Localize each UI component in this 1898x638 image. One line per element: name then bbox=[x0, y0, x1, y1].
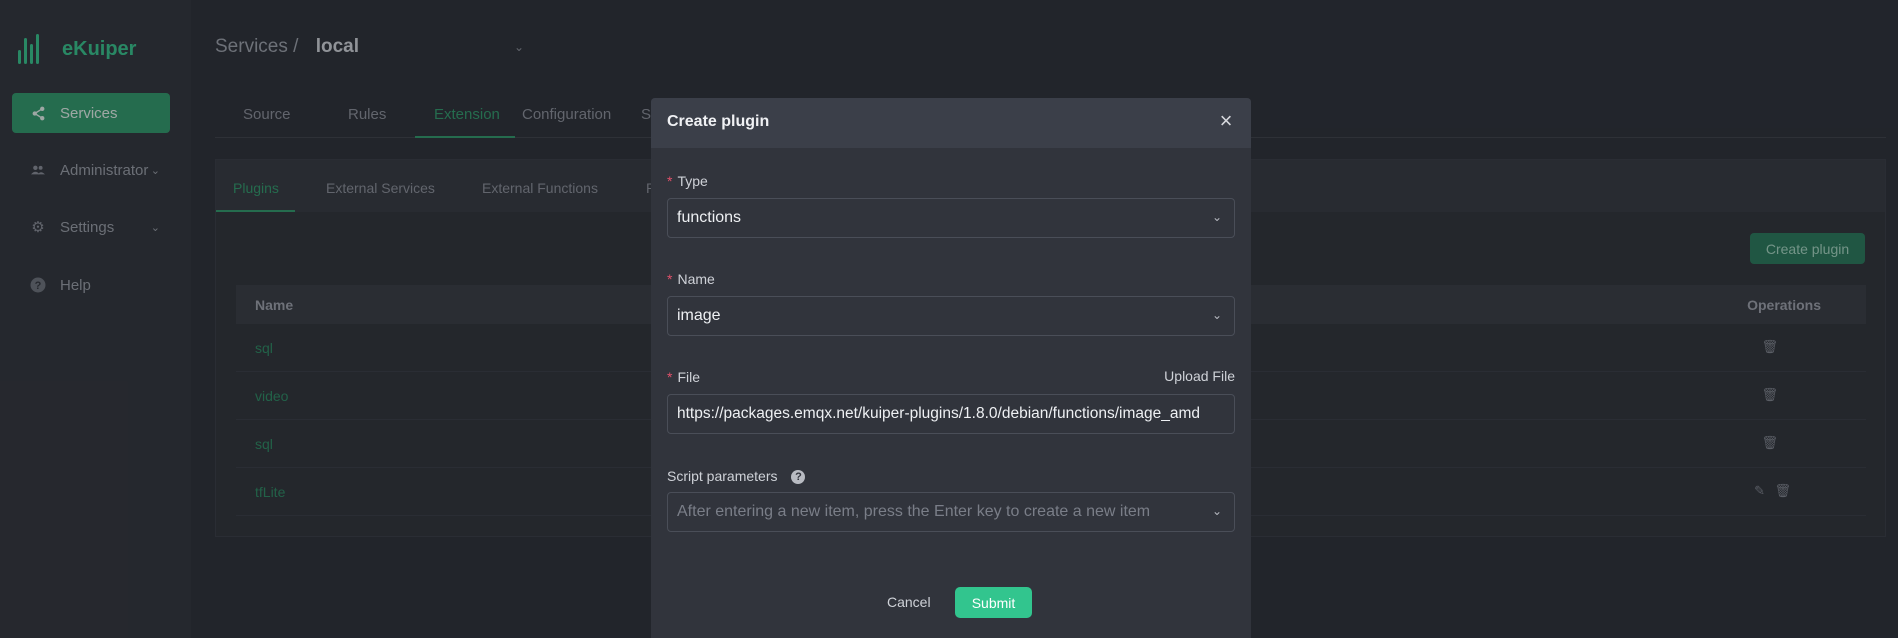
file-label: * File bbox=[667, 369, 701, 385]
script-parameters-select[interactable]: After entering a new item, press the Ent… bbox=[667, 492, 1235, 532]
chevron-down-icon: ⌄ bbox=[1211, 308, 1222, 322]
chevron-down-icon: ⌄ bbox=[1211, 210, 1222, 224]
help-icon[interactable]: ? bbox=[791, 470, 806, 484]
type-select-value: functions bbox=[677, 209, 742, 226]
dialog-header: Create plugin × bbox=[651, 98, 1251, 148]
script-parameters-placeholder: After entering a new item, press the Ent… bbox=[677, 503, 1151, 520]
file-url-value: https://packages.emqx.net/kuiper-plugins… bbox=[677, 405, 1201, 422]
name-label: * Name bbox=[667, 271, 715, 287]
type-select[interactable]: functions ⌄ bbox=[667, 198, 1235, 238]
required-mark: * bbox=[667, 369, 673, 385]
chevron-down-icon: ⌄ bbox=[1211, 504, 1222, 518]
submit-button[interactable]: Submit bbox=[955, 587, 1032, 618]
dialog-title: Create plugin bbox=[667, 113, 770, 130]
required-mark: * bbox=[667, 271, 673, 287]
script-parameters-label: Script parameters? bbox=[667, 468, 806, 484]
type-label: * Type bbox=[667, 173, 708, 189]
cancel-button[interactable]: Cancel bbox=[887, 594, 931, 610]
required-mark: * bbox=[667, 173, 673, 189]
upload-file-button[interactable]: Upload File bbox=[1164, 368, 1235, 384]
file-url-input[interactable]: https://packages.emqx.net/kuiper-plugins… bbox=[667, 394, 1235, 434]
name-select[interactable]: image ⌄ bbox=[667, 296, 1235, 336]
name-select-value: image bbox=[677, 307, 721, 324]
create-plugin-dialog: Create plugin × * Type functions ⌄ * Name … bbox=[651, 98, 1251, 638]
close-icon[interactable]: × bbox=[1215, 110, 1237, 132]
